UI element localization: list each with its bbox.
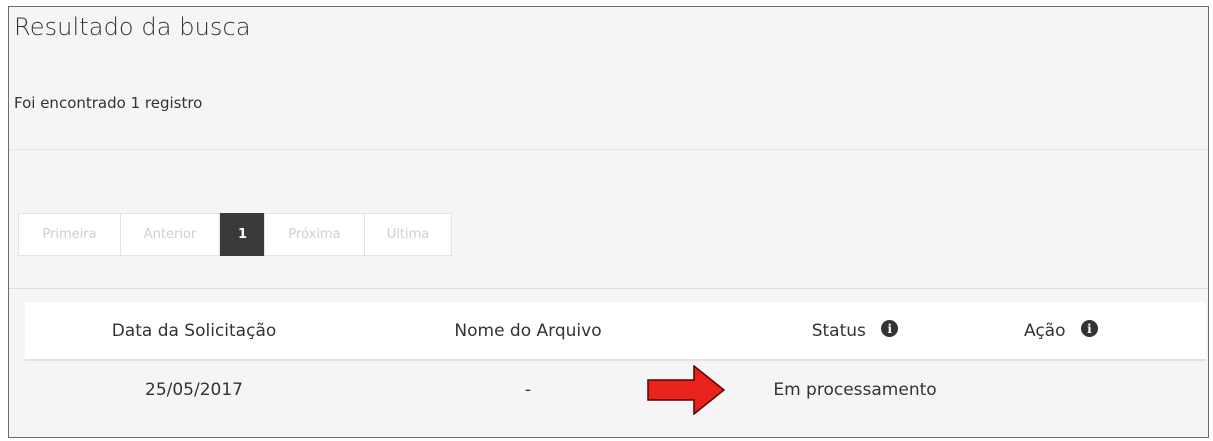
pagination-previous-button[interactable]: Anterior (120, 213, 220, 256)
column-header-date: Data da Solicitação (25, 302, 363, 361)
column-header-file-label: Nome do Arquivo (454, 320, 602, 341)
pagination: Primeira Anterior 1 Próxima Última (18, 213, 452, 256)
column-header-date-label: Data da Solicitação (111, 320, 277, 341)
column-header-status-label: Status (811, 320, 866, 341)
column-header-file: Nome do Arquivo (363, 302, 693, 361)
result-count-text: Foi encontrado 1 registro (14, 94, 203, 112)
pagination-page-1-button[interactable]: 1 (220, 213, 265, 256)
right-arrow-icon (647, 365, 725, 415)
table-header-row: Data da Solicitação Nome do Arquivo Stat… (25, 302, 1206, 361)
column-header-status: Status i (693, 302, 1017, 361)
table-row: 25/05/2017 - Em processamento (25, 360, 1206, 419)
status-info-icon[interactable]: i (881, 320, 899, 337)
column-header-action: Ação i (1017, 302, 1206, 361)
cell-date: 25/05/2017 (145, 380, 243, 400)
status-text: Em processamento (773, 380, 937, 400)
table-divider (9, 288, 1208, 289)
search-results-panel: Resultado da busca Foi encontrado 1 regi… (8, 6, 1209, 438)
cell-status: Em processamento (693, 360, 1017, 419)
pagination-first-button[interactable]: Primeira (18, 213, 121, 256)
cell-action (1017, 360, 1206, 419)
action-info-icon[interactable]: i (1080, 320, 1098, 337)
cell-file-name: - (524, 380, 532, 400)
section-divider (9, 149, 1208, 150)
pagination-next-button[interactable]: Próxima (264, 213, 365, 256)
red-arrow-shape (647, 365, 725, 415)
column-header-action-label: Ação (1024, 320, 1066, 341)
page-title: Resultado da busca (14, 13, 251, 41)
pagination-last-button[interactable]: Última (364, 213, 452, 256)
results-table: Data da Solicitação Nome do Arquivo Stat… (25, 302, 1206, 419)
